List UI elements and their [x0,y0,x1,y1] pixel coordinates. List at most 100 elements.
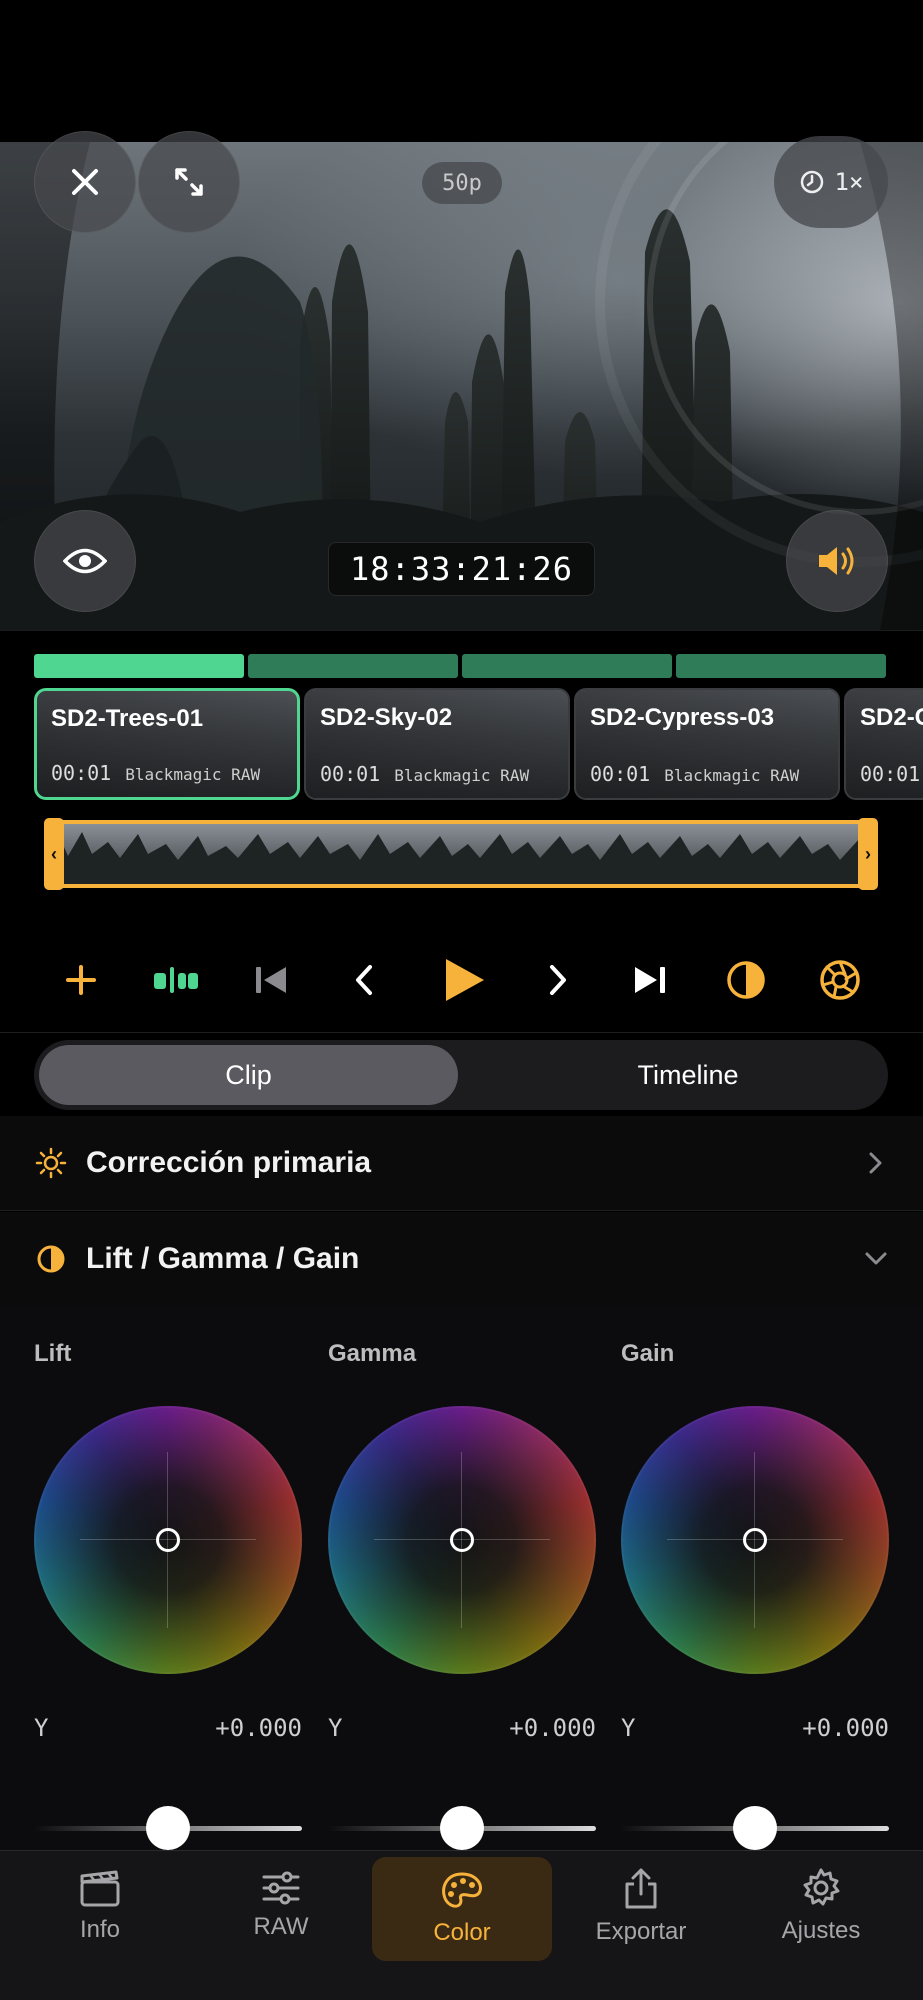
clip-card[interactable]: SD2-Trees-01 00:01 Blackmagic RAW [34,688,300,800]
luma-label: Y [34,1714,49,1742]
luma-row: Y +0.000 [328,1714,596,1742]
aperture-icon [820,960,860,1000]
luma-row: Y +0.000 [34,1714,302,1742]
preview-toggle-button[interactable] [34,510,136,612]
color-wheel[interactable] [34,1406,302,1674]
luma-label: Y [621,1714,636,1742]
wheel-label: Gamma [328,1340,417,1367]
clock-icon [800,170,823,194]
tab-timeline[interactable]: Timeline [495,1045,881,1105]
bottom-tab-bar: Info RAW Color Exportar Ajustes [0,1850,923,2000]
chevron-right-icon [863,1150,889,1176]
clip-duration: 00:01 [860,762,921,786]
luma-slider[interactable] [34,1806,302,1850]
skip-end-icon [635,967,665,993]
skip-end-button[interactable] [610,940,690,1020]
sliders-icon [262,1871,300,1905]
section-primary-correction[interactable]: Corrección primaria [0,1116,923,1210]
chevron-down-icon [863,1246,889,1272]
status-bar [0,0,923,142]
skip-start-icon [256,967,286,993]
clip-name: SD2-Trees-01 [51,705,204,732]
luma-slider[interactable] [328,1806,596,1850]
progress-segment [248,654,458,678]
share-icon [625,1868,657,1909]
clip-duration: 00:01 [320,762,381,786]
trim-filmstrip[interactable] [44,820,878,888]
trim-start-handle[interactable]: ‹ [44,818,64,890]
tab-label: Color [433,1919,491,1946]
tab-info[interactable]: Info [10,1851,190,1961]
add-button[interactable] [41,940,121,1020]
wheel-puck[interactable] [450,1528,474,1552]
clip-card[interactable]: SD2-Sky-02 00:01 Blackmagic RAW [304,688,570,800]
scope-toggle[interactable]: Clip Timeline [34,1040,888,1110]
tab-clip[interactable]: Clip [39,1045,458,1105]
wheel-lift: Lift Y +0.000 [34,1306,302,1850]
color-wheels-panel: Lift Y +0.000 Gamma Y +0.000 Gain Y +0.000 [0,1306,923,1850]
speed-label: 1× [834,168,864,196]
close-button[interactable] [34,131,136,233]
transport-controls [0,940,923,1020]
clip-duration: 00:01 [590,762,651,786]
luma-value: +0.000 [215,1714,302,1742]
luma-label: Y [328,1714,343,1742]
clip-strip[interactable]: SD2-Trees-01 00:01 Blackmagic RAW SD2-Sky… [34,688,923,800]
progress-segment [34,654,244,678]
clip-name: SD2-C [860,704,923,731]
clip-card[interactable]: SD2-Cypress-03 00:01 Blackmagic RAW [574,688,840,800]
color-wheel[interactable] [328,1406,596,1674]
tab-exportar[interactable]: Exportar [551,1851,731,1961]
wheel-label: Lift [34,1340,72,1367]
prev-frame-button[interactable] [324,940,404,1020]
palette-icon [442,1872,482,1908]
wheel-puck[interactable] [743,1528,767,1552]
progress-segment [676,654,886,678]
clip-name: SD2-Cypress-03 [590,704,775,731]
color-wheel[interactable] [621,1406,889,1674]
luma-value: +0.000 [509,1714,596,1742]
section-title: Lift / Gamma / Gain [86,1242,360,1275]
clip-progress [34,654,886,678]
tab-ajustes[interactable]: Ajustes [731,1851,911,1961]
section-lift-gamma-gain[interactable]: Lift / Gamma / Gain [0,1212,923,1306]
luma-row: Y +0.000 [621,1714,889,1742]
luma-slider[interactable] [621,1806,889,1850]
clip-duration: 00:01 [51,761,112,785]
prev-frame-icon [356,965,372,995]
skip-start-button[interactable] [231,940,311,1020]
timecode-display: 18:33:21:26 [328,542,595,596]
play-button[interactable] [424,940,504,1020]
split-button[interactable] [136,940,216,1020]
playback-speed-button[interactable]: 1× [774,136,888,228]
slider-thumb[interactable] [146,1806,190,1850]
audio-button[interactable] [786,510,888,612]
wheel-gain: Gain Y +0.000 [621,1306,889,1850]
play-icon [446,959,484,1001]
sun-icon [34,1146,68,1180]
wheel-label: Gain [621,1340,675,1367]
clip-codec: Blackmagic RAW [664,766,800,785]
close-icon [72,169,98,195]
slider-thumb[interactable] [733,1806,777,1850]
wheel-puck[interactable] [156,1528,180,1552]
trim-end-handle[interactable]: › [858,818,878,890]
contrast-button[interactable] [706,940,786,1020]
speaker-icon [819,547,854,575]
clip-card[interactable]: SD2-C 00:01 [844,688,923,800]
next-frame-button[interactable] [518,940,598,1020]
slider-thumb[interactable] [440,1806,484,1850]
clip-codec: Blackmagic RAW [394,766,530,785]
tab-raw[interactable]: RAW [191,1851,371,1961]
fullscreen-button[interactable] [138,131,240,233]
section-divider [0,1210,923,1211]
tab-color[interactable]: Color [372,1857,552,1961]
clapperboard-icon [80,1870,120,1907]
half-circle-icon [34,1242,68,1276]
aperture-button[interactable] [800,940,880,1020]
wheel-gamma: Gamma Y +0.000 [328,1306,596,1850]
tab-label: Ajustes [781,1917,861,1944]
filmstrip-frames [48,832,874,884]
tab-label: Info [79,1916,121,1943]
transport-divider [0,1032,923,1033]
